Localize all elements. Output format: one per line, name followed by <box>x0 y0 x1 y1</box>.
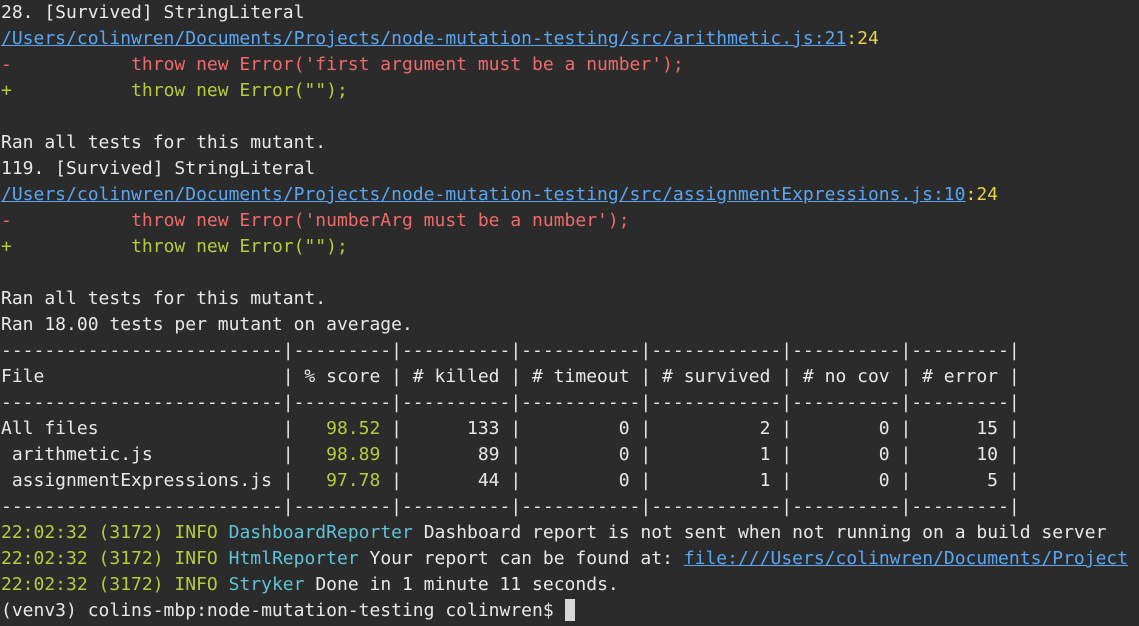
mutant-location: /Users/colinwren/Documents/Projects/node… <box>0 182 1139 208</box>
log-line: 22:02:32 (3172) INFO Stryker Done in 1 m… <box>0 572 1139 598</box>
file-path-link[interactable]: /Users/colinwren/Documents/Projects/node… <box>1 184 966 205</box>
log-message: Your report can be found at: <box>369 548 673 569</box>
log-level: INFO <box>174 548 218 569</box>
log-line: 22:02:32 (3172) INFO DashboardReporter D… <box>0 520 1139 546</box>
log-source: DashboardReporter <box>228 522 413 543</box>
mutant-location: /Users/colinwren/Documents/Projects/node… <box>0 26 1139 52</box>
table-header: File | % score | # killed | # timeout | … <box>1 366 1020 387</box>
table-cell-file: All files | <box>1 418 294 439</box>
table-row: All files | 98.52 | 133 | 0 | 2 | 0 | 15… <box>0 416 1139 442</box>
diff-added-line: + throw new Error(""); <box>0 78 1139 104</box>
table-row: assignmentExpressions.js | 97.78 | 44 | … <box>0 468 1139 494</box>
diff-sign: - <box>1 54 12 75</box>
shell-prompt[interactable]: (venv3) colins-mbp:node-mutation-testing… <box>0 598 1139 624</box>
log-time: 22:02:32 (3172) <box>1 548 164 569</box>
log-level: INFO <box>174 522 218 543</box>
table-cell-counts: | 89 | 0 | 1 | 0 | 10 | <box>380 444 1020 465</box>
log-source: HtmlReporter <box>228 548 359 569</box>
table-cell-file: assignmentExpressions.js | <box>1 470 294 491</box>
mutant-header: 119. [Survived] StringLiteral <box>0 156 1139 182</box>
table-cell-score: 97.78 <box>326 470 381 491</box>
mutant-footer: Ran all tests for this mutant. <box>1 288 327 309</box>
table-separator: --------------------------|---------|---… <box>1 340 1020 361</box>
diff-sign: + <box>1 236 12 257</box>
diff-sign: - <box>1 210 12 231</box>
table-row: arithmetic.js | 98.89 | 89 | 0 | 1 | 0 |… <box>0 442 1139 468</box>
table-separator: --------------------------|---------|---… <box>1 496 1020 517</box>
diff-code: throw new Error(""); <box>131 80 348 101</box>
log-message: Done in 1 minute 11 seconds. <box>315 574 619 595</box>
diff-removed-line: - throw new Error('numberArg must be a n… <box>0 208 1139 234</box>
diff-code: throw new Error('first argument must be … <box>131 54 684 75</box>
log-message: Dashboard report is not sent when not ru… <box>423 522 1107 543</box>
table-cell-score: 98.52 <box>326 418 381 439</box>
table-cell-counts: | 133 | 0 | 2 | 0 | 15 | <box>380 418 1020 439</box>
log-line: 22:02:32 (3172) INFO HtmlReporter Your r… <box>0 546 1139 572</box>
log-source: Stryker <box>228 574 305 595</box>
mutant-header-text: 28. [Survived] StringLiteral <box>1 2 305 23</box>
mutant-header: 28. [Survived] StringLiteral <box>0 0 1139 26</box>
mutant-header-text: 119. [Survived] StringLiteral <box>1 158 316 179</box>
report-link[interactable]: file:///Users/colinwren/Documents/Projec… <box>684 548 1128 569</box>
diff-sign: + <box>1 80 12 101</box>
table-cell-score: 98.89 <box>326 444 381 465</box>
prompt-text: (venv3) colins-mbp:node-mutation-testing… <box>1 600 565 621</box>
table-separator: --------------------------|---------|---… <box>1 392 1020 413</box>
log-level: INFO <box>174 574 218 595</box>
diff-code: throw new Error('numberArg must be a num… <box>131 210 630 231</box>
log-time: 22:02:32 (3172) <box>1 522 164 543</box>
column-number: :24 <box>965 184 999 205</box>
table-cell-counts: | 44 | 0 | 1 | 0 | 5 | <box>380 470 1020 491</box>
log-time: 22:02:32 (3172) <box>1 574 164 595</box>
table-cell-file: arithmetic.js | <box>1 444 294 465</box>
terminal-output[interactable]: 28. [Survived] StringLiteral /Users/coli… <box>0 0 1139 624</box>
text-cursor <box>564 599 575 621</box>
diff-code: throw new Error(""); <box>131 236 348 257</box>
mutant-footer: Ran all tests for this mutant. <box>1 132 327 153</box>
diff-added-line: + throw new Error(""); <box>0 234 1139 260</box>
column-number: :24 <box>846 28 879 49</box>
file-path-link[interactable]: /Users/colinwren/Documents/Projects/node… <box>1 28 846 49</box>
diff-removed-line: - throw new Error('first argument must b… <box>0 52 1139 78</box>
average-line: Ran 18.00 tests per mutant on average. <box>1 314 413 335</box>
